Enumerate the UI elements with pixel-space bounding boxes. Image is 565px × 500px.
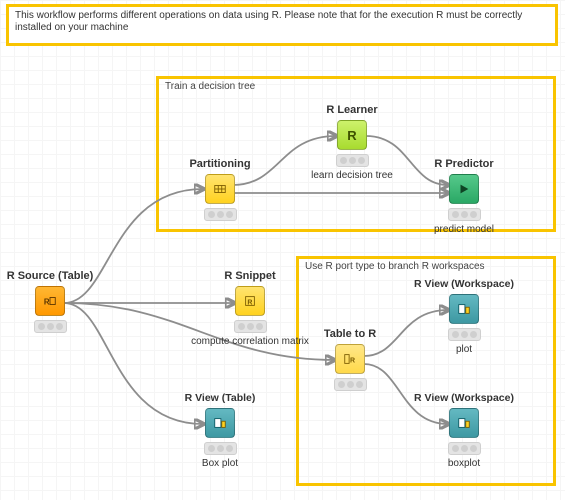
r-view-ws-plot-icon[interactable]: [449, 294, 479, 324]
info-banner-text: This workflow performs different operati…: [15, 10, 522, 33]
node-partitioning-title: Partitioning: [160, 158, 280, 170]
node-r-source-title: R Source (Table): [0, 270, 110, 282]
node-r-view-table-title: R View (Table): [160, 392, 280, 404]
r-snippet-icon[interactable]: R: [235, 286, 265, 316]
svg-text:R: R: [247, 300, 252, 307]
r-predictor-icon[interactable]: [449, 174, 479, 204]
node-r-learner-status: [336, 154, 369, 167]
r-view-ws-boxplot-icon[interactable]: [449, 408, 479, 438]
node-r-view-ws-boxplot-subtitle: boxplot: [404, 458, 524, 469]
node-table-to-r-status: [334, 378, 367, 391]
table-to-r-icon[interactable]: R: [335, 344, 365, 374]
node-r-learner-subtitle: learn decision tree: [292, 170, 412, 181]
r-learner-icon[interactable]: R: [337, 120, 367, 150]
node-r-view-table-status: [204, 442, 237, 455]
node-r-learner-title: R Learner: [292, 104, 412, 116]
r-source-icon[interactable]: R: [35, 286, 65, 316]
group-train-title: Train a decision tree: [165, 81, 255, 92]
node-r-predictor-subtitle: predict model: [404, 224, 524, 235]
node-r-source-status: [34, 320, 67, 333]
partitioning-icon[interactable]: [205, 174, 235, 204]
group-branch-title: Use R port type to branch R workspaces: [305, 261, 485, 272]
node-r-source[interactable]: R Source (Table) R: [0, 270, 110, 336]
node-partitioning-status: [204, 208, 237, 221]
node-r-view-table[interactable]: R View (Table) Box plot: [160, 392, 280, 469]
node-r-view-ws-plot-title: R View (Workspace): [404, 278, 524, 290]
svg-text:R: R: [350, 358, 355, 365]
node-r-view-ws-boxplot-status: [448, 442, 481, 455]
node-r-view-ws-plot-status: [448, 328, 481, 341]
node-r-view-table-subtitle: Box plot: [160, 458, 280, 469]
node-r-view-ws-plot-subtitle: plot: [404, 344, 524, 355]
r-view-table-icon[interactable]: [205, 408, 235, 438]
info-banner: This workflow performs different operati…: [6, 4, 558, 46]
node-r-predictor-title: R Predictor: [404, 158, 524, 170]
node-r-predictor-status: [448, 208, 481, 221]
svg-text:R: R: [44, 298, 50, 307]
node-r-snippet-title: R Snippet: [190, 270, 310, 282]
r-glyph-icon: R: [347, 128, 356, 143]
node-r-view-ws-boxplot-title: R View (Workspace): [404, 392, 524, 404]
node-r-snippet-status: [234, 320, 267, 333]
node-table-to-r-title: Table to R: [290, 328, 410, 340]
